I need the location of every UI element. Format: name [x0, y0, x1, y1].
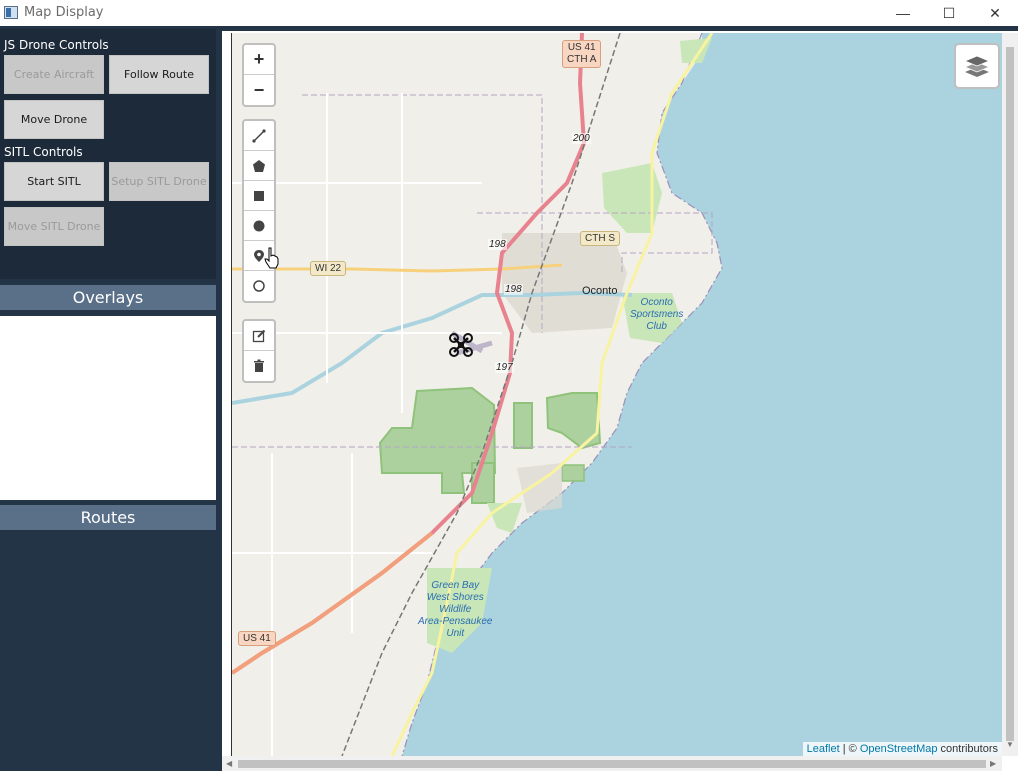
scroll-down-arrow[interactable]: ▼ — [1006, 740, 1014, 749]
rectangle-icon — [254, 190, 264, 201]
park-area — [513, 402, 533, 449]
close-button[interactable]: ✕ — [972, 0, 1018, 26]
circlemarker-icon — [253, 280, 265, 292]
oconto-sportsmens-club-label: Oconto Sportsmens Club — [630, 297, 684, 332]
us41-cth-a-shield: US 41 CTH A — [562, 40, 602, 68]
edit-layers-button[interactable] — [244, 321, 274, 351]
app-icon — [4, 6, 18, 19]
follow-route-button[interactable]: Follow Route — [109, 55, 209, 94]
draw-circlemarker-button[interactable] — [244, 271, 274, 301]
draw-rectangle-button[interactable] — [244, 181, 274, 211]
edit-icon — [252, 329, 266, 342]
route-198-label: 198 — [488, 239, 507, 250]
map-attribution: Leaflet | © OpenStreetMap contributors — [802, 742, 1002, 756]
drone-icon[interactable] — [449, 333, 473, 357]
delete-layers-button[interactable] — [244, 351, 274, 381]
layers-icon — [963, 55, 991, 77]
horizontal-scroll-thumb[interactable] — [238, 760, 986, 768]
oconto-city-label: Oconto — [582, 285, 618, 297]
vertical-scroll-thumb[interactable] — [1006, 47, 1014, 741]
draw-polygon-button[interactable] — [244, 151, 274, 181]
maximize-button[interactable]: ☐ — [926, 0, 972, 26]
edit-toolbar — [242, 319, 276, 383]
route-200-label: 200 — [572, 133, 591, 144]
control-sidebar: JS Drone Controls Create Aircraft Follow… — [0, 29, 222, 771]
map-view[interactable]: US 41 CTH A 200 198 198 197 WI 22 CTH S O… — [231, 33, 1002, 756]
openstreetmap-link[interactable]: OpenStreetMap — [860, 743, 938, 755]
scroll-left-arrow[interactable]: ◀ — [226, 759, 232, 768]
park-area — [545, 392, 602, 450]
draw-circle-button[interactable] — [244, 211, 274, 241]
cth-s-shield: CTH S — [580, 231, 620, 246]
hand-cursor-icon — [264, 247, 279, 269]
vertical-scrollbar[interactable]: ▼ — [1002, 33, 1018, 756]
town-area — [502, 233, 627, 333]
bay-water — [402, 33, 1002, 756]
setup-sitl-drone-button[interactable]: Setup SITL Drone — [109, 162, 209, 201]
horizontal-scrollbar[interactable]: ◀ ▶ — [222, 756, 1002, 771]
circle-icon — [253, 220, 265, 231]
us41-shield: US 41 — [238, 631, 276, 646]
park-area — [561, 464, 585, 482]
green-bay-west-shores-label: Green Bay West Shores Wildlife Area-Pensauk… — [418, 580, 493, 639]
move-sitl-drone-button[interactable]: Move SITL Drone — [4, 207, 104, 246]
zoom-in-button[interactable]: + — [244, 45, 274, 75]
trash-icon — [254, 359, 264, 372]
window-titlebar: Map Display — ☐ ✕ — [0, 0, 1018, 26]
js-drone-controls-label: JS Drone Controls — [4, 38, 109, 52]
zoom-control: + − — [242, 43, 276, 107]
move-drone-button[interactable]: Move Drone — [4, 100, 104, 139]
window-title: Map Display — [24, 5, 104, 20]
minimize-button[interactable]: — — [880, 0, 926, 26]
overlays-header: Overlays — [0, 285, 216, 310]
start-sitl-button[interactable]: Start SITL — [4, 162, 104, 201]
route-197-label: 197 — [495, 362, 514, 373]
route-198-label: 198 — [504, 284, 523, 295]
draw-toolbar — [242, 119, 276, 303]
polygon-icon — [253, 159, 265, 172]
overlays-list[interactable] — [0, 316, 216, 500]
polyline-icon — [252, 128, 266, 143]
draw-polyline-button[interactable] — [244, 121, 274, 151]
leaflet-link[interactable]: Leaflet — [807, 743, 840, 755]
zoom-out-button[interactable]: − — [244, 75, 274, 105]
routes-header: Routes — [0, 505, 216, 530]
scroll-right-arrow[interactable]: ▶ — [990, 759, 996, 768]
sitl-controls-label: SITL Controls — [4, 145, 83, 159]
layers-control[interactable] — [954, 43, 1000, 89]
wi-22-shield: WI 22 — [310, 261, 347, 276]
create-aircraft-button[interactable]: Create Aircraft — [4, 55, 104, 94]
map-tiles — [232, 33, 1002, 756]
